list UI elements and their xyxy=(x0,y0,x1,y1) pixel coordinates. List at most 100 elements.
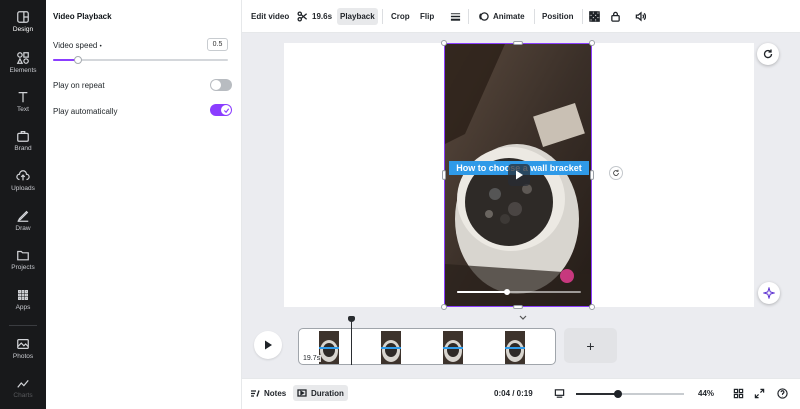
rail-item-draw[interactable]: Draw xyxy=(0,201,46,239)
rail-item-label: Brand xyxy=(14,144,32,152)
timeline-play-button[interactable] xyxy=(254,331,282,359)
trim-button[interactable]: 19.6s xyxy=(294,8,335,25)
toolbar-divider xyxy=(468,9,469,24)
video-clip-strip[interactable]: 19.7s xyxy=(298,328,556,365)
video-progress-bar[interactable] xyxy=(457,289,581,295)
projects-icon xyxy=(17,250,29,260)
expand-icon xyxy=(754,388,765,399)
text-icon xyxy=(18,91,28,102)
resize-handle-top-left[interactable] xyxy=(441,40,447,46)
play-on-repeat-toggle[interactable] xyxy=(210,79,232,91)
rail-item-label: Projects xyxy=(11,263,35,271)
video-speed-label: Video speed • xyxy=(53,41,102,50)
refresh-button[interactable] xyxy=(757,43,779,65)
rotate-icon xyxy=(613,169,619,176)
play-automatically-label: Play automatically xyxy=(53,107,118,116)
resize-handle-bottom-left[interactable] xyxy=(441,304,447,310)
animate-button[interactable]: Animate xyxy=(475,8,528,25)
rail-item-label: Design xyxy=(12,25,34,33)
resize-handle-bottom[interactable] xyxy=(513,305,523,309)
resize-handle-top[interactable] xyxy=(513,41,523,45)
video-speed-input[interactable]: 0.5 xyxy=(207,38,228,51)
rail-item-uploads[interactable]: Uploads xyxy=(0,161,46,199)
play-automatically-toggle[interactable] xyxy=(210,104,232,116)
rail-item-label: Photos xyxy=(12,352,34,360)
playback-button[interactable]: Playback xyxy=(337,8,378,25)
rail-item-label: Apps xyxy=(15,303,31,311)
crop-button[interactable]: Crop xyxy=(388,8,413,25)
timeline: 19.7s + xyxy=(242,315,800,378)
lock-icon xyxy=(611,11,620,22)
thumbnail-image xyxy=(443,331,463,364)
help-icon xyxy=(777,388,788,399)
flip-button[interactable]: Flip xyxy=(417,8,437,25)
video-progress-thumb[interactable] xyxy=(503,289,510,295)
notes-label: Notes xyxy=(264,388,287,398)
resize-handle-top-right[interactable] xyxy=(589,40,595,46)
video-play-button[interactable] xyxy=(508,164,530,186)
clip-thumbnail xyxy=(319,331,339,364)
brand-icon xyxy=(17,130,29,142)
edit-video-button[interactable]: Edit video xyxy=(248,8,292,25)
clip-thumbnail xyxy=(443,331,463,364)
video-playback-panel: Video Playback Video speed • 0.5 Play on… xyxy=(46,0,242,409)
play-icon xyxy=(264,340,272,350)
draw-icon xyxy=(17,210,29,222)
video-element[interactable]: How to choose a wall bracket xyxy=(444,43,592,307)
check-icon xyxy=(223,107,229,113)
rail-item-charts[interactable]: Charts xyxy=(0,368,46,406)
position-button[interactable]: Position xyxy=(539,8,577,25)
resize-handle-left[interactable] xyxy=(442,170,446,180)
rail-item-label: Draw xyxy=(15,224,31,232)
zoom-slider[interactable] xyxy=(576,390,684,398)
resize-handle-bottom-right[interactable] xyxy=(589,304,595,310)
animate-label: Animate xyxy=(493,12,525,21)
volume-button[interactable] xyxy=(632,8,649,25)
notes-button[interactable]: Notes xyxy=(246,385,290,401)
add-clip-button[interactable]: + xyxy=(564,328,617,363)
clip-thumbnail xyxy=(505,331,525,364)
grid-view-button[interactable] xyxy=(733,388,744,399)
transparency-button[interactable] xyxy=(586,8,603,25)
line-style-button[interactable] xyxy=(447,8,464,25)
resize-handle-right[interactable] xyxy=(590,170,594,180)
zoom-slider-thumb[interactable] xyxy=(614,390,623,398)
page-icon xyxy=(554,389,565,398)
clip-thumbnail xyxy=(381,331,401,364)
magic-assistant-button[interactable] xyxy=(758,282,780,304)
rail-item-projects[interactable]: Projects xyxy=(0,240,46,278)
toggle-knob xyxy=(211,80,221,90)
rail-item-label: Elements xyxy=(9,66,37,74)
page-view-button[interactable] xyxy=(554,388,565,399)
clip-duration: 19.7s xyxy=(302,355,322,362)
notes-icon xyxy=(251,390,260,397)
help-button[interactable] xyxy=(777,388,788,399)
sparkle-icon xyxy=(763,287,775,299)
chevron-down-icon[interactable] xyxy=(517,314,529,322)
duration-label: Duration xyxy=(311,388,344,398)
toolbar-divider xyxy=(382,9,383,24)
rail-item-photos[interactable]: Photos xyxy=(0,329,46,367)
lock-button[interactable] xyxy=(607,8,624,25)
rail-item-elements[interactable]: Elements xyxy=(0,43,46,81)
toggle-knob xyxy=(221,105,231,115)
duration-button[interactable]: Duration xyxy=(293,385,348,401)
toolbar-divider xyxy=(534,9,535,24)
zoom-percentage[interactable]: 44% xyxy=(698,389,714,398)
rail-item-text[interactable]: Text xyxy=(0,82,46,120)
rail-item-label: Uploads xyxy=(11,184,35,192)
photos-icon xyxy=(17,338,29,349)
video-speed-slider[interactable] xyxy=(53,56,228,64)
info-icon: • xyxy=(99,44,102,50)
fullscreen-button[interactable] xyxy=(754,388,765,399)
design-icon xyxy=(17,10,29,23)
rotate-handle[interactable] xyxy=(609,166,623,180)
checkerboard-icon xyxy=(589,11,600,22)
video-progress-fill xyxy=(457,291,507,293)
playhead[interactable] xyxy=(351,320,352,365)
rail-item-brand[interactable]: Brand xyxy=(0,121,46,159)
rail-item-apps[interactable]: Apps xyxy=(0,280,46,318)
rail-item-design[interactable]: Design xyxy=(0,2,46,40)
slider-thumb[interactable] xyxy=(73,56,82,64)
refresh-icon xyxy=(763,49,773,59)
